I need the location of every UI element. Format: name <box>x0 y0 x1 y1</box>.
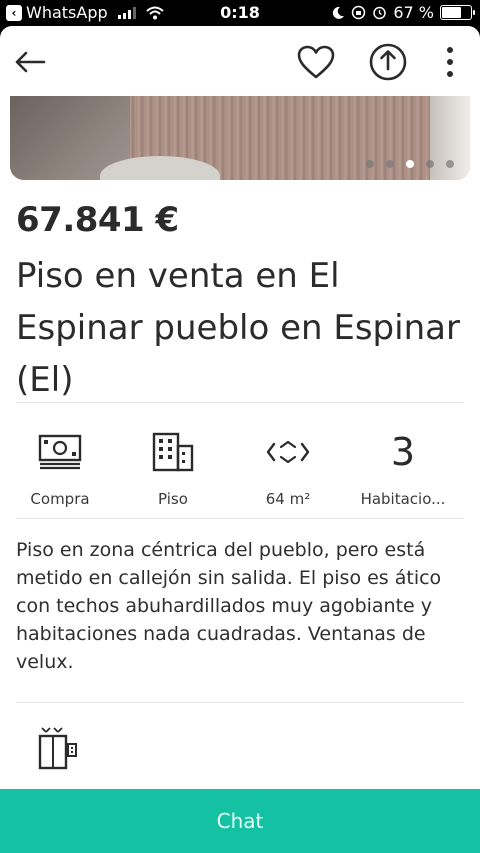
status-right: 67 % <box>331 3 475 22</box>
features-row: Compra Piso 64 m² 3 Habitacio... <box>0 430 480 520</box>
battery-level <box>442 7 461 18</box>
feature-label: Piso <box>158 490 188 508</box>
heart-icon <box>297 45 335 79</box>
listing-price: 67.841 € <box>16 200 179 240</box>
photo-dot[interactable] <box>406 160 414 168</box>
more-options-button[interactable] <box>428 40 472 84</box>
divider <box>16 702 464 703</box>
extra-feature <box>38 726 78 774</box>
battery-percent: 67 % <box>393 3 434 22</box>
alarm-icon <box>373 6 387 20</box>
top-bar <box>0 26 480 96</box>
feature-label: 64 m² <box>265 490 311 508</box>
feature-rooms: 3 Habitacio... <box>343 430 463 508</box>
photo-dot[interactable] <box>386 160 394 168</box>
status-bar: ‹ WhatsApp 0:18 67 % <box>0 0 480 26</box>
moon-icon <box>333 6 345 19</box>
listing-photo[interactable] <box>10 96 470 180</box>
more-vertical-icon <box>447 47 453 77</box>
back-button[interactable] <box>8 40 52 84</box>
rooms-count: 3 <box>390 430 416 474</box>
feature-area: 64 m² <box>228 430 348 508</box>
listing-card: 67.841 € Piso en venta en El Espinar pue… <box>0 26 480 853</box>
divider <box>16 402 464 403</box>
divider <box>16 518 464 519</box>
building-icon <box>152 432 194 472</box>
battery-icon <box>440 5 475 20</box>
elevator-icon <box>38 727 77 770</box>
photo-pagination[interactable] <box>366 160 454 168</box>
feature-label: Compra <box>30 490 90 508</box>
share-icon <box>369 43 407 81</box>
favorite-button[interactable] <box>294 40 338 84</box>
listing-description: Piso en zona céntrica del pueblo, pero e… <box>16 539 442 673</box>
photo-dot[interactable] <box>366 160 374 168</box>
photo-dot[interactable] <box>446 160 454 168</box>
feature-operation: Compra <box>0 430 120 508</box>
listing-title: Piso en venta en El Espinar pueblo en Es… <box>16 256 460 400</box>
area-arrows-icon <box>266 440 310 464</box>
share-button[interactable] <box>366 40 410 84</box>
arrow-left-icon <box>15 51 46 73</box>
feature-type: Piso <box>113 430 233 508</box>
feature-label: Habitacio... <box>360 490 446 508</box>
chat-button[interactable]: Chat <box>0 789 480 853</box>
rotation-lock-icon <box>352 5 366 20</box>
money-icon <box>38 434 82 470</box>
photo-dot[interactable] <box>426 160 434 168</box>
